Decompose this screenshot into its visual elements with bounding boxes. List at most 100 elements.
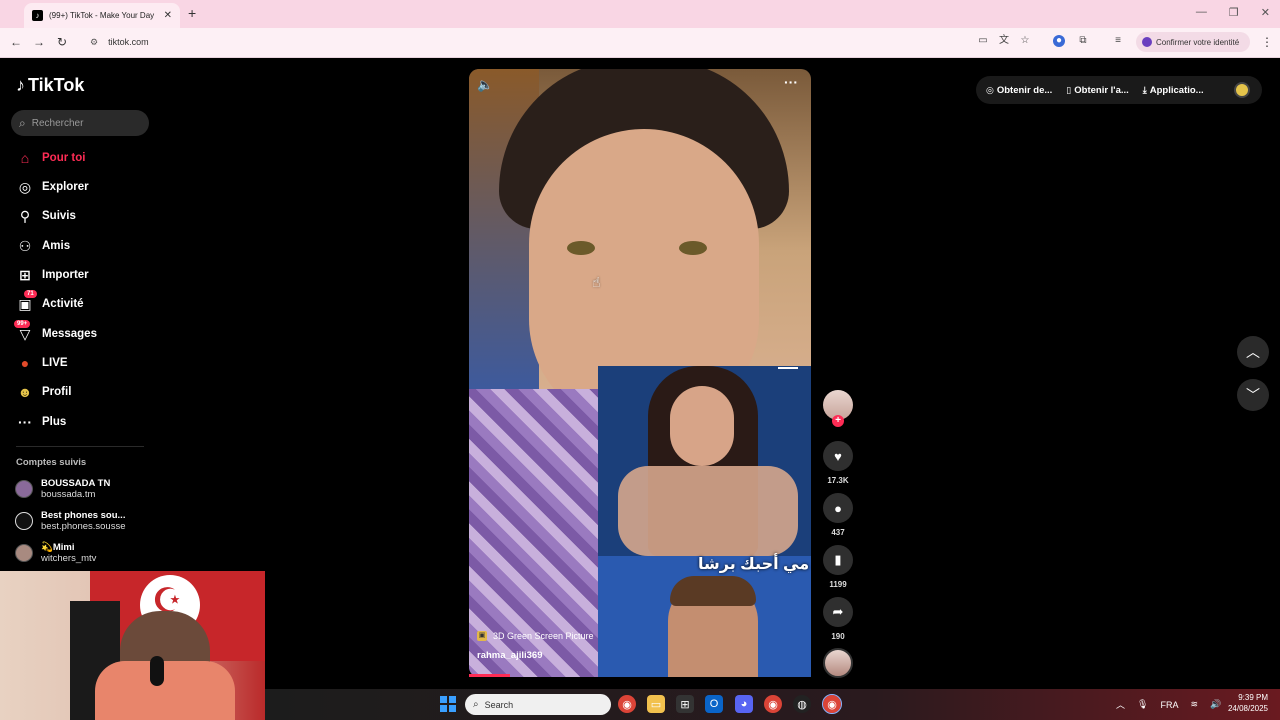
heart-icon: ♥ [834,448,842,464]
share-count: 190 [831,632,845,641]
messages-badge: 99+ [14,319,31,328]
home-icon: ⌂ [20,150,30,166]
sidebar-item-label: Explorer [42,181,89,193]
sidebar-item-live[interactable]: ● LIVE [16,352,68,374]
effect-label[interactable]: ▣ 3D Green Screen Picture [477,631,594,641]
get-coins-button[interactable]: ◎ Obtenir de... [986,85,1052,96]
video-author[interactable]: rahma_ajili369 [477,650,543,661]
comment-button[interactable]: ● [823,493,853,523]
browser-tab[interactable]: ♪ (99+) TikTok - Make Your Day ✕ [24,3,180,28]
url-text: tiktok.com [108,37,149,47]
desktop-app-button[interactable]: ⤓ Applicatio... [1143,85,1204,96]
sidebar-item-explorer[interactable]: ◎ Explorer [16,176,89,198]
extension-icon[interactable]: ● [1053,35,1065,47]
like-button[interactable]: ♥ [823,441,853,471]
share-button[interactable]: ➦ [823,597,853,627]
verify-identity-button[interactable]: Confirmer votre identité [1136,32,1250,52]
input-language[interactable]: FRA [1160,700,1178,710]
sidebar-item-profil[interactable]: ☻ Profil [16,381,72,403]
sidebar-item-amis[interactable]: ⚇ Amis [16,235,70,257]
sidebar-item-label: LIVE [42,357,68,369]
sidebar-item-activite[interactable]: ▣ 71 Activité [16,289,84,315]
music-disc[interactable] [823,648,853,678]
taskbar-clock[interactable]: 9:39 PM 24/08/2025 [1224,692,1268,714]
chrome-profile-icon[interactable]: ◉ [764,695,782,713]
chevron-down-icon: ﹀ [1246,387,1260,403]
extensions-puzzle-icon[interactable]: ⧉ [1077,35,1089,47]
url-field[interactable]: ⚙ tiktok.com [82,32,962,52]
followed-account-item[interactable]: 💫Mimi witchers_mtv [15,542,96,564]
reload-icon[interactable]: ↻ [57,35,67,49]
clock-time: 9:39 PM [1238,693,1268,702]
effect-name: 3D Green Screen Picture [493,631,594,641]
system-tray: ︿ 🎙 FRA ≋ 🔊 [1116,698,1221,711]
sidebar-item-label: Messages [42,328,97,340]
windows-start-icon[interactable] [440,696,456,712]
window-controls: — ❐ ✕ [1196,6,1270,19]
close-tab-icon[interactable]: ✕ [164,10,172,21]
bookmark-icon: ▮ [834,552,842,567]
chrome-active-icon[interactable]: ◉ [822,694,842,714]
verify-label: Confirmer votre identité [1156,37,1240,47]
wifi-icon[interactable]: ≋ [1190,699,1198,710]
store-icon[interactable]: ⊞ [676,695,694,713]
reading-list-icon[interactable]: ≡ [1112,35,1124,47]
clock-date: 24/08/2025 [1227,704,1268,713]
sidebar-item-suivis[interactable]: ⚲ Suivis [16,205,76,227]
followed-account-item[interactable]: Best phones sou... best.phones.sousse [15,510,126,532]
maximize-icon[interactable]: ❐ [1229,6,1239,19]
mic-icon[interactable]: 🎙 [1137,699,1148,710]
sidebar-item-label: Suivis [42,210,76,222]
search-input[interactable]: ⌕ Rechercher [11,110,149,136]
close-window-icon[interactable]: ✕ [1261,6,1270,19]
obs-icon[interactable]: ◍ [793,695,811,713]
taskbar-search[interactable]: ⌕ Search [465,694,611,715]
user-avatar[interactable] [1234,82,1250,98]
next-video-button[interactable]: ﹀ [1237,379,1269,411]
pill-label: Applicatio... [1149,84,1204,96]
install-icon[interactable]: ▭ [977,35,989,47]
outlook-icon[interactable]: O [705,695,723,713]
tray-chevron-icon[interactable]: ︿ [1116,698,1125,711]
previous-video-button[interactable]: ︿ [1237,336,1269,368]
translate-icon[interactable]: 文 [998,35,1010,47]
discord-icon[interactable]: ◕ [735,695,753,713]
activity-icon: ▣ 71 [16,289,37,313]
get-app-button[interactable]: ▯ Obtenir l'a... [1066,85,1128,96]
sidebar-item-importer[interactable]: ⊞ Importer [16,264,89,286]
account-handle: witchers_mtv [41,553,97,564]
video-eye [679,241,707,255]
sidebar-item-plus[interactable]: ··· Plus [16,411,66,433]
video-caption: مي أحبك برشا [698,556,810,573]
speaker-icon[interactable]: 🔊 [1210,699,1221,710]
pip-indicator [778,367,798,369]
new-tab-button[interactable]: + [188,5,196,21]
back-icon[interactable]: ← [10,35,22,49]
sidebar-item-pour-toi[interactable]: ⌂ Pour toi [16,147,86,169]
sidebar-item-messages[interactable]: ▽ 99+ Messages [14,319,97,345]
followed-account-item[interactable]: BOUSSADA TN boussada.tm [15,478,110,500]
follow-plus-icon[interactable]: + [832,415,844,427]
sidebar-item-label: Plus [42,416,67,428]
video-more-icon[interactable]: ··· [784,74,798,90]
avatar [15,512,33,530]
chrome-icon[interactable]: ◉ [618,695,636,713]
browser-menu-icon[interactable]: ⋮ [1261,35,1273,49]
account-handle: boussada.tm [41,489,96,500]
video-eye [567,241,595,255]
bookmark-star-icon[interactable]: ☆ [1019,35,1031,47]
friends-icon: ⚇ [18,237,32,254]
minimize-icon[interactable]: — [1196,6,1207,19]
file-explorer-icon[interactable]: ▭ [647,695,665,713]
forward-icon[interactable]: → [33,35,45,49]
site-info-icon[interactable]: ⚙ [90,37,98,48]
pip-second-person-hair [670,576,756,606]
download-icon: ⤓ [1142,84,1147,95]
tiktok-logo[interactable]: ♪ TikTok [16,75,84,96]
volume-icon[interactable]: 🔈 [477,77,493,93]
sidebar-item-label: Pour toi [42,152,86,164]
comment-count: 437 [831,528,845,537]
video-progress-bar[interactable] [469,674,510,677]
webcam-overlay: ☪ [0,571,265,720]
save-button[interactable]: ▮ [823,545,853,575]
